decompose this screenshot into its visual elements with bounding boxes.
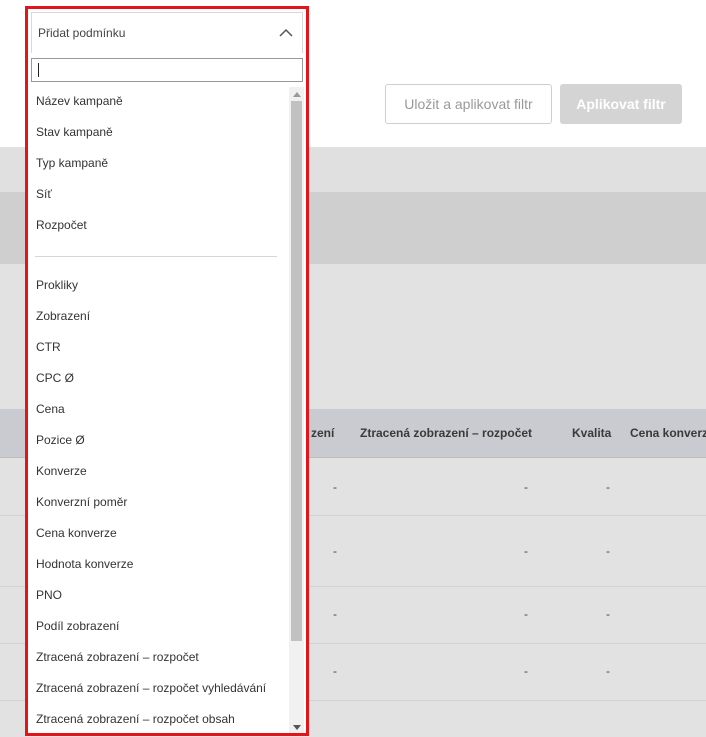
- scroll-down-arrow-icon[interactable]: [293, 725, 301, 730]
- option-item[interactable]: PNO: [36, 588, 62, 602]
- option-item[interactable]: Prokliky: [36, 278, 78, 292]
- table-cell: -: [606, 544, 610, 558]
- table-cell: -: [333, 607, 337, 621]
- dropdown-title: Přidat podmínku: [38, 26, 126, 40]
- save-and-apply-filter-button[interactable]: Uložit a aplikovat filtr: [385, 84, 552, 124]
- table-cell: -: [524, 664, 528, 678]
- column-header[interactable]: Ztracená zobrazení – rozpočet: [360, 426, 532, 440]
- option-item[interactable]: Typ kampaně: [36, 156, 108, 170]
- table-cell: -: [333, 480, 337, 494]
- option-item[interactable]: Cena konverze: [36, 526, 117, 540]
- option-item[interactable]: Podíl zobrazení: [36, 619, 119, 633]
- option-item[interactable]: Konverze: [36, 464, 87, 478]
- table-cell: -: [524, 544, 528, 558]
- option-item[interactable]: Síť: [36, 187, 52, 201]
- condition-options-list: Název kampaně Stav kampaně Typ kampaně S…: [28, 87, 290, 733]
- option-item[interactable]: Pozice Ø: [36, 433, 85, 447]
- table-cell: -: [524, 480, 528, 494]
- column-header[interactable]: Kvalita: [572, 426, 611, 440]
- options-scrollbar[interactable]: [289, 87, 304, 733]
- option-item[interactable]: Cena: [36, 402, 65, 416]
- option-item[interactable]: Název kampaně: [36, 94, 123, 108]
- table-cell: -: [606, 480, 610, 494]
- option-item[interactable]: Stav kampaně: [36, 125, 113, 139]
- text-cursor: [38, 63, 39, 77]
- scroll-up-arrow-icon[interactable]: [293, 92, 301, 97]
- option-item[interactable]: Konverzní poměr: [36, 495, 127, 509]
- option-item[interactable]: Ztracená zobrazení – rozpočet: [36, 650, 199, 664]
- column-header[interactable]: zení: [311, 426, 334, 440]
- table-cell: -: [333, 544, 337, 558]
- condition-search-input[interactable]: [31, 58, 303, 82]
- option-item[interactable]: Zobrazení: [36, 309, 90, 323]
- scrollbar-thumb[interactable]: [291, 101, 302, 641]
- apply-filter-button[interactable]: Aplikovat filtr: [560, 84, 682, 124]
- chevron-up-icon[interactable]: [278, 25, 294, 41]
- option-item[interactable]: Hodnota konverze: [36, 557, 133, 571]
- table-cell: -: [606, 664, 610, 678]
- column-header[interactable]: Cena konverz: [630, 426, 706, 440]
- option-item[interactable]: Rozpočet: [36, 218, 87, 232]
- option-item[interactable]: CPC Ø: [36, 371, 74, 385]
- group-divider: [35, 256, 277, 257]
- option-item[interactable]: Ztracená zobrazení – rozpočet vyhledáván…: [36, 681, 266, 695]
- add-condition-select[interactable]: Přidat podmínku: [31, 12, 303, 53]
- table-cell: -: [333, 664, 337, 678]
- add-condition-dropdown[interactable]: Přidat podmínku Název kampaně Stav kampa…: [25, 6, 309, 736]
- table-cell: -: [606, 607, 610, 621]
- option-item[interactable]: Ztracená zobrazení – rozpočet obsah: [36, 712, 235, 726]
- table-cell: -: [524, 607, 528, 621]
- option-item[interactable]: CTR: [36, 340, 61, 354]
